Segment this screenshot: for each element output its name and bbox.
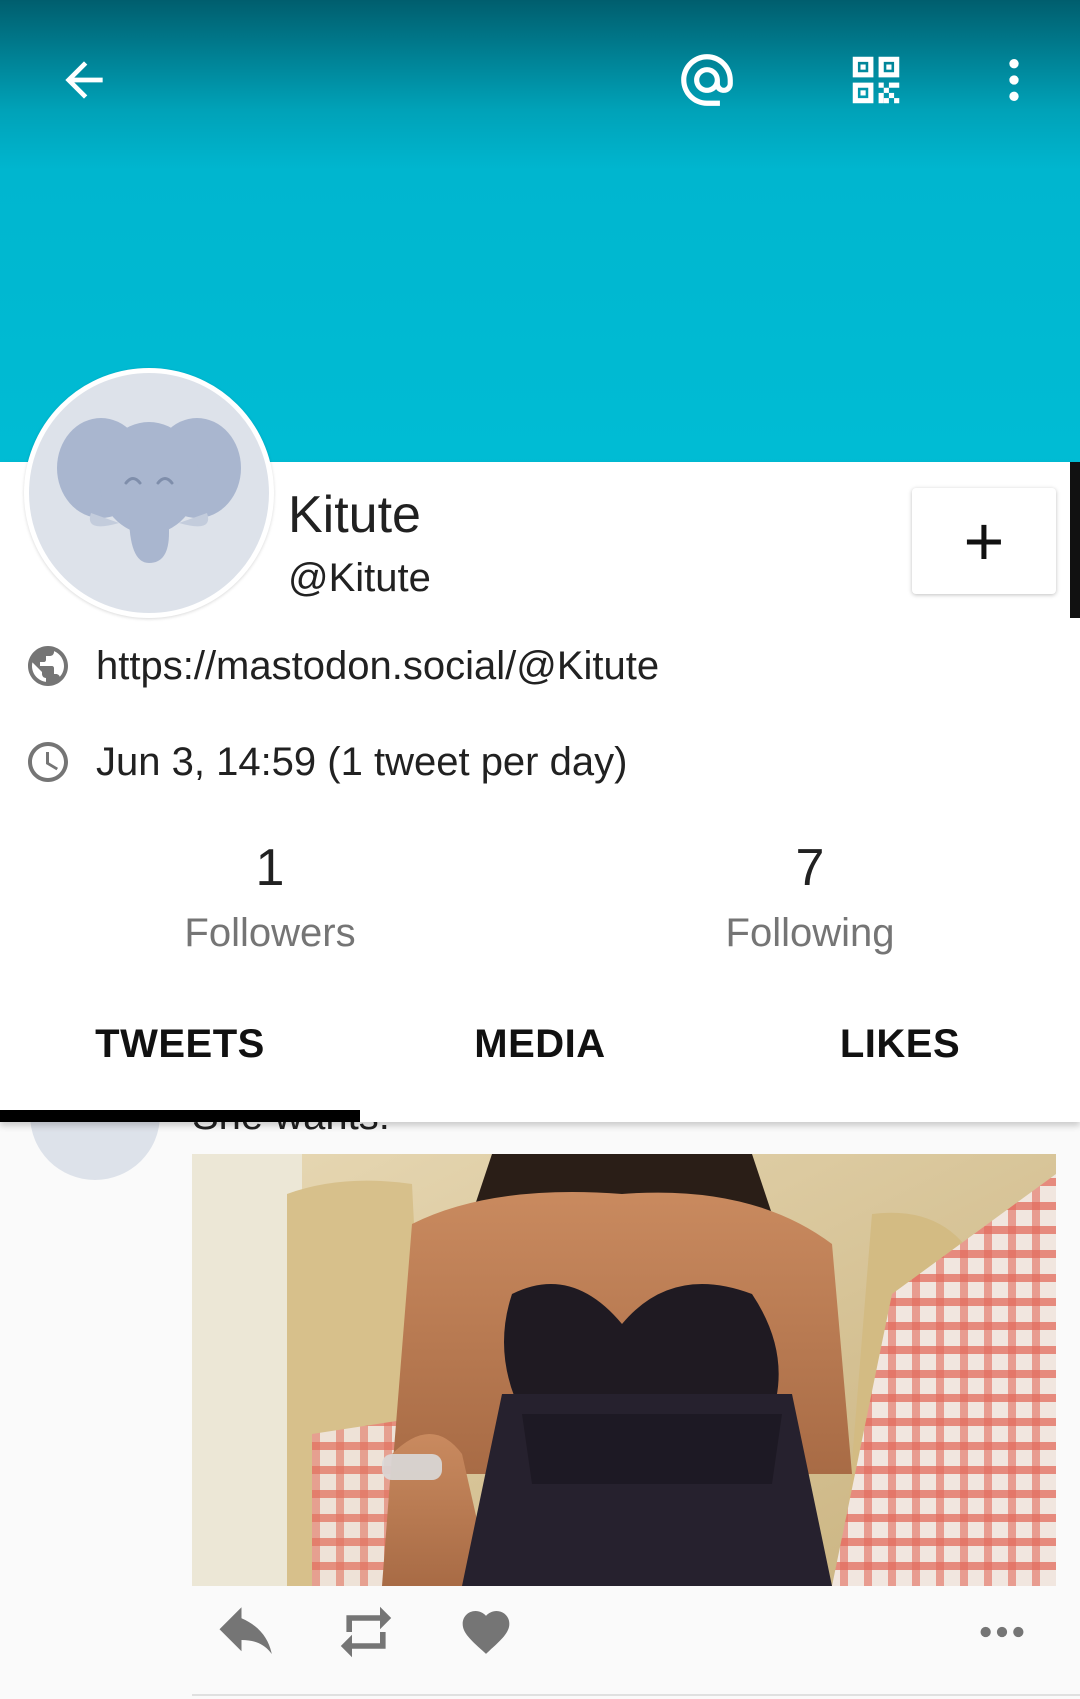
profile-handle: @Kitute bbox=[288, 556, 431, 600]
at-icon bbox=[681, 54, 733, 106]
retweet-button[interactable] bbox=[332, 1604, 400, 1665]
followers-count: 1 bbox=[255, 839, 285, 897]
elephant-avatar-icon bbox=[57, 418, 241, 563]
back-button[interactable] bbox=[48, 44, 120, 116]
retweet-icon bbox=[340, 1606, 392, 1658]
reply-icon bbox=[219, 1607, 272, 1654]
tweet-divider bbox=[192, 1694, 1080, 1696]
following-label: Following bbox=[725, 911, 895, 955]
followers-label: Followers bbox=[184, 911, 356, 955]
reply-button[interactable] bbox=[214, 1604, 280, 1665]
more-vertical-icon bbox=[1009, 59, 1019, 101]
following-stat[interactable]: 7 Following bbox=[660, 838, 960, 958]
tab-indicator bbox=[0, 1110, 360, 1122]
joined-date: Jun 3, 14:59 (1 tweet per day) bbox=[96, 739, 628, 784]
scroll-edge bbox=[1070, 462, 1080, 618]
following-count: 7 bbox=[795, 839, 825, 897]
clock-icon bbox=[28, 742, 68, 782]
like-button[interactable] bbox=[458, 1604, 514, 1665]
mention-button[interactable] bbox=[671, 44, 743, 116]
tab-media[interactable]: MEDIA bbox=[360, 1022, 720, 1067]
tab-likes[interactable]: LIKES bbox=[720, 1022, 1080, 1067]
qr-code-icon bbox=[852, 56, 900, 104]
profile-url[interactable]: https://mastodon.social/@Kitute bbox=[96, 644, 659, 689]
heart-icon bbox=[462, 1611, 510, 1654]
followers-stat[interactable]: 1 Followers bbox=[120, 838, 420, 958]
plus-icon: + bbox=[963, 502, 1005, 580]
more-options-button[interactable] bbox=[978, 44, 1050, 116]
follow-button[interactable]: + bbox=[912, 488, 1056, 594]
profile-avatar[interactable] bbox=[24, 368, 274, 618]
media-photo-graphic bbox=[192, 1154, 1056, 1586]
tab-tweets[interactable]: TWEETS bbox=[0, 1022, 360, 1067]
more-horizontal-icon bbox=[980, 1626, 1024, 1638]
tweet-media-image[interactable] bbox=[192, 1154, 1056, 1586]
profile-name: Kitute bbox=[288, 486, 421, 544]
globe-icon bbox=[28, 646, 68, 686]
joined-row: Jun 3, 14:59 (1 tweet per day) bbox=[24, 738, 627, 786]
arrow-left-icon bbox=[65, 61, 103, 99]
qr-code-button[interactable] bbox=[840, 44, 912, 116]
tweet-more-button[interactable] bbox=[974, 1604, 1030, 1665]
profile-url-row[interactable]: https://mastodon.social/@Kitute bbox=[24, 642, 659, 690]
